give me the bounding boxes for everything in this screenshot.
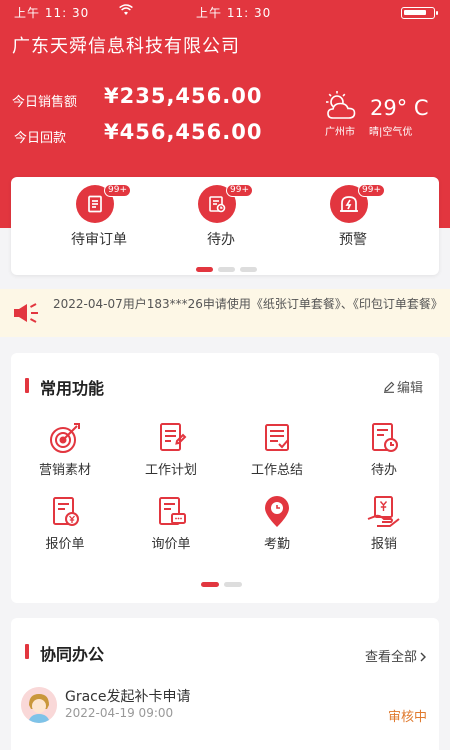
quick-action-label: 待审订单 <box>71 232 127 248</box>
chevron-right-icon <box>420 652 426 662</box>
function-label: 工作计划 <box>144 463 197 478</box>
carousel-dot <box>240 267 257 272</box>
function-label: 询价单 <box>151 537 191 552</box>
function-inquiry[interactable]: 询价单 <box>131 495 211 552</box>
quick-action-label: 预警 <box>339 232 367 248</box>
carousel-dot-active <box>196 267 213 272</box>
battery-icon <box>401 7 438 19</box>
section-title: 协同办公 <box>40 645 105 664</box>
avatar <box>21 687 57 723</box>
todo-badge: 99+ <box>226 184 253 197</box>
common-functions-card: 常用功能 编辑 营销素材 工作计划 工作总结 待办 报价单 询价单 考勤 报销 <box>11 353 439 603</box>
function-work-summary[interactable]: 工作总结 <box>237 421 317 478</box>
view-all-label: 查看全部 <box>364 650 417 665</box>
wifi-icon <box>119 4 133 19</box>
collab-list-item[interactable]: Grace发起补卡申请 2022-04-19 09:00 审核中 <box>21 682 431 727</box>
carousel-indicator <box>196 257 262 276</box>
reimburse-icon <box>367 496 400 527</box>
function-reimburse[interactable]: 报销 <box>344 495 424 552</box>
notice-text: 2022-04-07用户183***26申请使用《纸张订单套餐》、《印包订单套餐… <box>53 297 443 311</box>
weather-temp: 29° C <box>370 96 429 120</box>
function-label: 营销素材 <box>38 463 91 478</box>
plan-icon <box>160 423 187 451</box>
status-time-left: 上午 11: 30 <box>14 6 90 20</box>
quick-action-todo[interactable]: 99+ 待办 <box>176 184 266 249</box>
receipt-label: 今日回款 <box>14 131 67 146</box>
function-label: 报价单 <box>45 537 85 552</box>
edit-label: 编辑 <box>396 381 423 396</box>
collab-item-title: Grace发起补卡申请 <box>65 689 191 705</box>
section-marker <box>25 378 29 393</box>
section-header: 协同办公 查看全部 <box>11 618 439 668</box>
sales-label: 今日销售额 <box>12 95 78 110</box>
collab-item-time: 2022-04-19 09:00 <box>65 706 174 720</box>
weather-city: 广州市 <box>325 127 355 138</box>
function-carousel-indicator <box>201 572 247 591</box>
view-all-link[interactable]: 查看全部 <box>365 646 427 665</box>
todo-icon <box>372 423 398 452</box>
function-label: 考勤 <box>263 537 290 552</box>
function-attendance[interactable]: 考勤 <box>237 495 317 552</box>
section-marker <box>25 644 29 659</box>
carousel-dot <box>218 267 235 272</box>
alert-icon: 99+ <box>330 184 385 223</box>
pending-orders-badge: 99+ <box>104 184 131 197</box>
attendance-icon <box>265 496 289 527</box>
collaboration-card: 协同办公 查看全部 Grace发起补卡申请 2022-04-19 09:00 审… <box>11 618 439 750</box>
pencil-icon <box>383 381 395 393</box>
pending-order-icon: 99+ <box>76 184 131 223</box>
carousel-dot-active <box>201 582 219 587</box>
quick-action-label: 待办 <box>207 232 235 248</box>
edit-button[interactable]: 编辑 <box>383 377 423 396</box>
quick-action-alert[interactable]: 99+ 预警 <box>308 184 398 249</box>
status-bar: 上午 11: 30 上午 11: 30 <box>0 3 450 21</box>
notice-bar[interactable]: 2022-04-07用户183***26申请使用《纸张订单套餐》、《印包订单套餐… <box>0 289 450 337</box>
partly-cloudy-icon <box>323 90 363 126</box>
function-label: 待办 <box>370 463 397 478</box>
function-marketing[interactable]: 营销素材 <box>25 421 105 478</box>
function-label: 报销 <box>370 537 397 552</box>
quote-icon <box>53 497 79 526</box>
inquiry-icon <box>159 497 186 525</box>
function-todo[interactable]: 待办 <box>344 421 424 478</box>
target-icon <box>50 423 80 453</box>
status-time-right: 上午 11: 30 <box>196 6 272 20</box>
megaphone-icon <box>12 302 40 328</box>
section-title: 常用功能 <box>40 379 105 398</box>
quick-action-pending-orders[interactable]: 99+ 待审订单 <box>54 184 144 249</box>
receipt-value: ¥456,456.00 <box>104 120 263 144</box>
function-quote[interactable]: 报价单 <box>25 495 105 552</box>
todo-icon: 99+ <box>198 184 253 223</box>
function-work-plan[interactable]: 工作计划 <box>131 421 211 478</box>
status-badge: 审核中 <box>387 710 427 725</box>
summary-icon <box>265 424 289 451</box>
sales-value: ¥235,456.00 <box>104 84 263 108</box>
carousel-dot <box>224 582 242 587</box>
alert-badge: 99+ <box>358 184 385 197</box>
quick-actions-card: 99+ 待审订单 99+ 待办 99+ 预警 <box>11 177 439 275</box>
company-name: 广东天舜信息科技有限公司 <box>12 36 240 57</box>
section-header: 常用功能 编辑 <box>11 353 439 403</box>
function-label: 工作总结 <box>250 463 303 478</box>
weather-condition: 晴|空气优 <box>369 127 413 138</box>
